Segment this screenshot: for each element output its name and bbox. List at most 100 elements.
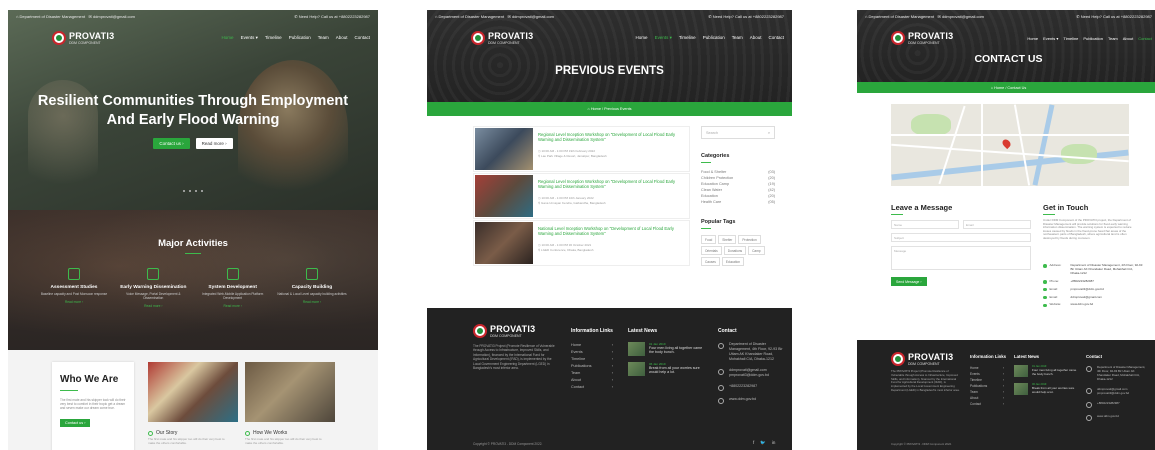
event-title[interactable]: National Level Inception Workshop on "De… xyxy=(538,226,683,236)
nav-contact[interactable]: Contact xyxy=(768,35,784,41)
nav-about[interactable]: About xyxy=(1123,36,1133,41)
news-item[interactable]: 06 Jan 2019 Break from all your worries s… xyxy=(628,362,708,376)
title-underline xyxy=(60,390,78,391)
breadcrumb[interactable]: ⌂ Home / Contact Us xyxy=(857,82,1155,93)
category-item[interactable]: Health Care (05) xyxy=(701,199,775,205)
footer-link[interactable]: Timeline › xyxy=(571,356,613,363)
footer-link[interactable]: About › xyxy=(571,377,613,384)
who-contact-button[interactable]: Contact us › xyxy=(60,418,91,427)
activity-read-more-link[interactable]: Read more › xyxy=(276,300,348,304)
tag-item[interactable]: Food xyxy=(701,235,717,244)
nav-events[interactable]: Events ▾ xyxy=(1043,36,1058,41)
message-textarea[interactable]: Message xyxy=(891,246,1031,270)
search-input[interactable]: Search ⌕ xyxy=(701,126,775,139)
activities-grid: Assessment Studies Baseline capacity and… xyxy=(38,268,348,308)
event-card[interactable]: Regional Level Inception Workshop on "De… xyxy=(473,126,690,172)
activity-read-more-link[interactable]: Read more › xyxy=(38,300,110,304)
news-item[interactable]: 01 Jan 2019 Four men living all together … xyxy=(628,342,708,356)
nav-timeline[interactable]: Timeline xyxy=(1063,36,1078,41)
hero-read-more-button[interactable]: Read more › xyxy=(195,138,233,149)
footer-link[interactable]: Home › xyxy=(571,342,613,349)
nav-timeline[interactable]: Timeline xyxy=(679,35,696,41)
footer-brand[interactable]: PROVATI3 DDM COMPONENT xyxy=(473,324,535,338)
globe-icon xyxy=(1043,303,1047,308)
provati-logo-icon xyxy=(891,31,905,45)
how-we-work-image[interactable] xyxy=(245,362,335,422)
news-image[interactable] xyxy=(628,362,645,376)
nav-contact[interactable]: Contact xyxy=(354,35,370,41)
activity-read-more-link[interactable]: Read more › xyxy=(117,304,189,308)
our-story-title[interactable]: Our Story xyxy=(148,430,177,436)
hero-contact-button[interactable]: Contact us › xyxy=(153,138,190,149)
how-we-works-title[interactable]: How We Works xyxy=(245,430,287,436)
footer-link[interactable]: Team › xyxy=(571,370,613,377)
breadcrumb[interactable]: ⌂ Home / Previous Events xyxy=(427,102,792,116)
nav-team[interactable]: Team xyxy=(1108,36,1118,41)
footer-contact: Department of Disaster Management, 4th F… xyxy=(1086,365,1148,427)
linkedin-icon[interactable]: in xyxy=(772,440,776,446)
name-input[interactable]: Name xyxy=(891,220,959,229)
footer-link[interactable]: Events › xyxy=(571,349,613,356)
tags-title: Popular Tags xyxy=(701,219,736,225)
search-icon[interactable]: ⌕ xyxy=(768,131,770,135)
nav-publication[interactable]: Publication xyxy=(289,35,311,41)
subject-input[interactable]: Subject xyxy=(891,233,1031,242)
news-image[interactable] xyxy=(1014,383,1028,395)
nav-home[interactable]: Home xyxy=(1027,36,1038,41)
tag-item[interactable]: Orientals xyxy=(701,246,722,255)
slider-dots[interactable] xyxy=(8,190,378,192)
copyright: Copyright © PROVATI3 - DDM Component 202… xyxy=(473,442,543,446)
nav-timeline[interactable]: Timeline xyxy=(265,35,282,41)
email-input[interactable]: Email xyxy=(963,220,1031,229)
nav-team[interactable]: Team xyxy=(318,35,329,41)
news-image[interactable] xyxy=(628,342,645,356)
nav-about[interactable]: About xyxy=(750,35,762,41)
news-item[interactable]: 01 Jan 2019 Four men living all together … xyxy=(1014,365,1080,377)
tag-item[interactable]: Donations xyxy=(723,246,747,255)
tag-item[interactable]: Shelter xyxy=(718,235,737,244)
topbar-email[interactable]: ddmprovati@gmail.com xyxy=(93,14,135,19)
location-map[interactable] xyxy=(891,104,1129,186)
activity-read-more-link[interactable]: Read more › xyxy=(197,304,269,308)
facebook-icon[interactable]: f xyxy=(753,440,754,446)
brand-logo-link[interactable]: PROVATI3 DDM COMPONENT xyxy=(471,31,533,45)
send-message-button[interactable]: Send Message › xyxy=(891,277,927,286)
tag-item[interactable]: Camp xyxy=(748,246,765,255)
tag-item[interactable]: Causes xyxy=(701,257,720,266)
brand-logo-link[interactable]: PROVATI3 DDM COMPONENT xyxy=(891,31,953,45)
nav-menu: Home Events ▾ Timeline Publication Team … xyxy=(636,35,784,41)
event-card[interactable]: Regional Level Inception Workshop on "De… xyxy=(473,173,690,219)
who-title: Who We Are xyxy=(60,374,119,385)
nav-contact[interactable]: Contact xyxy=(1138,36,1152,41)
nav-events[interactable]: Events ▾ xyxy=(655,35,672,41)
footer-link[interactable]: Contact › xyxy=(571,384,613,391)
nav-home[interactable]: Home xyxy=(636,35,648,41)
nav-about[interactable]: About xyxy=(336,35,348,41)
events-sidebar: Search ⌕ Categories Food & Shelter (03) Ch… xyxy=(701,126,775,266)
tag-item[interactable]: Protection xyxy=(738,235,761,244)
event-card[interactable]: National Level Inception Workshop on "De… xyxy=(473,220,690,266)
nav-team[interactable]: Team xyxy=(732,35,743,41)
nav-home[interactable]: Home xyxy=(222,35,234,41)
news-image[interactable] xyxy=(1014,365,1028,377)
tag-item[interactable]: Education xyxy=(721,257,744,266)
footer-link[interactable]: Publications › xyxy=(571,363,613,370)
event-image[interactable] xyxy=(475,222,533,264)
event-title[interactable]: Regional Level Inception Workshop on "De… xyxy=(538,132,683,142)
provati-logo-icon xyxy=(891,352,905,366)
footer-link[interactable]: Contact › xyxy=(970,401,1004,407)
footer-brand[interactable]: PROVATI3 DDM COMPONENT xyxy=(891,352,953,366)
nav-publication[interactable]: Publication xyxy=(1083,36,1103,41)
footer-contact-title: Contact xyxy=(718,328,737,334)
twitter-icon[interactable]: 🐦 xyxy=(760,440,766,446)
nav-events[interactable]: Events ▾ xyxy=(241,35,258,41)
event-image[interactable] xyxy=(475,128,533,170)
our-story-image[interactable] xyxy=(148,362,238,422)
news-item[interactable]: 06 Jan 2019 Break from all your worries s… xyxy=(1014,383,1080,395)
nav-publication[interactable]: Publication xyxy=(703,35,725,41)
event-title[interactable]: Regional Level Inception Workshop on "De… xyxy=(538,179,683,189)
brand-logo-link[interactable]: PROVATI3 DDM COMPONENT xyxy=(52,31,114,45)
event-time: ◷ 10:00 AM - 1:00 PM 30 October 2021 xyxy=(538,243,592,247)
map-pin-icon[interactable] xyxy=(1000,137,1013,150)
event-image[interactable] xyxy=(475,175,533,217)
